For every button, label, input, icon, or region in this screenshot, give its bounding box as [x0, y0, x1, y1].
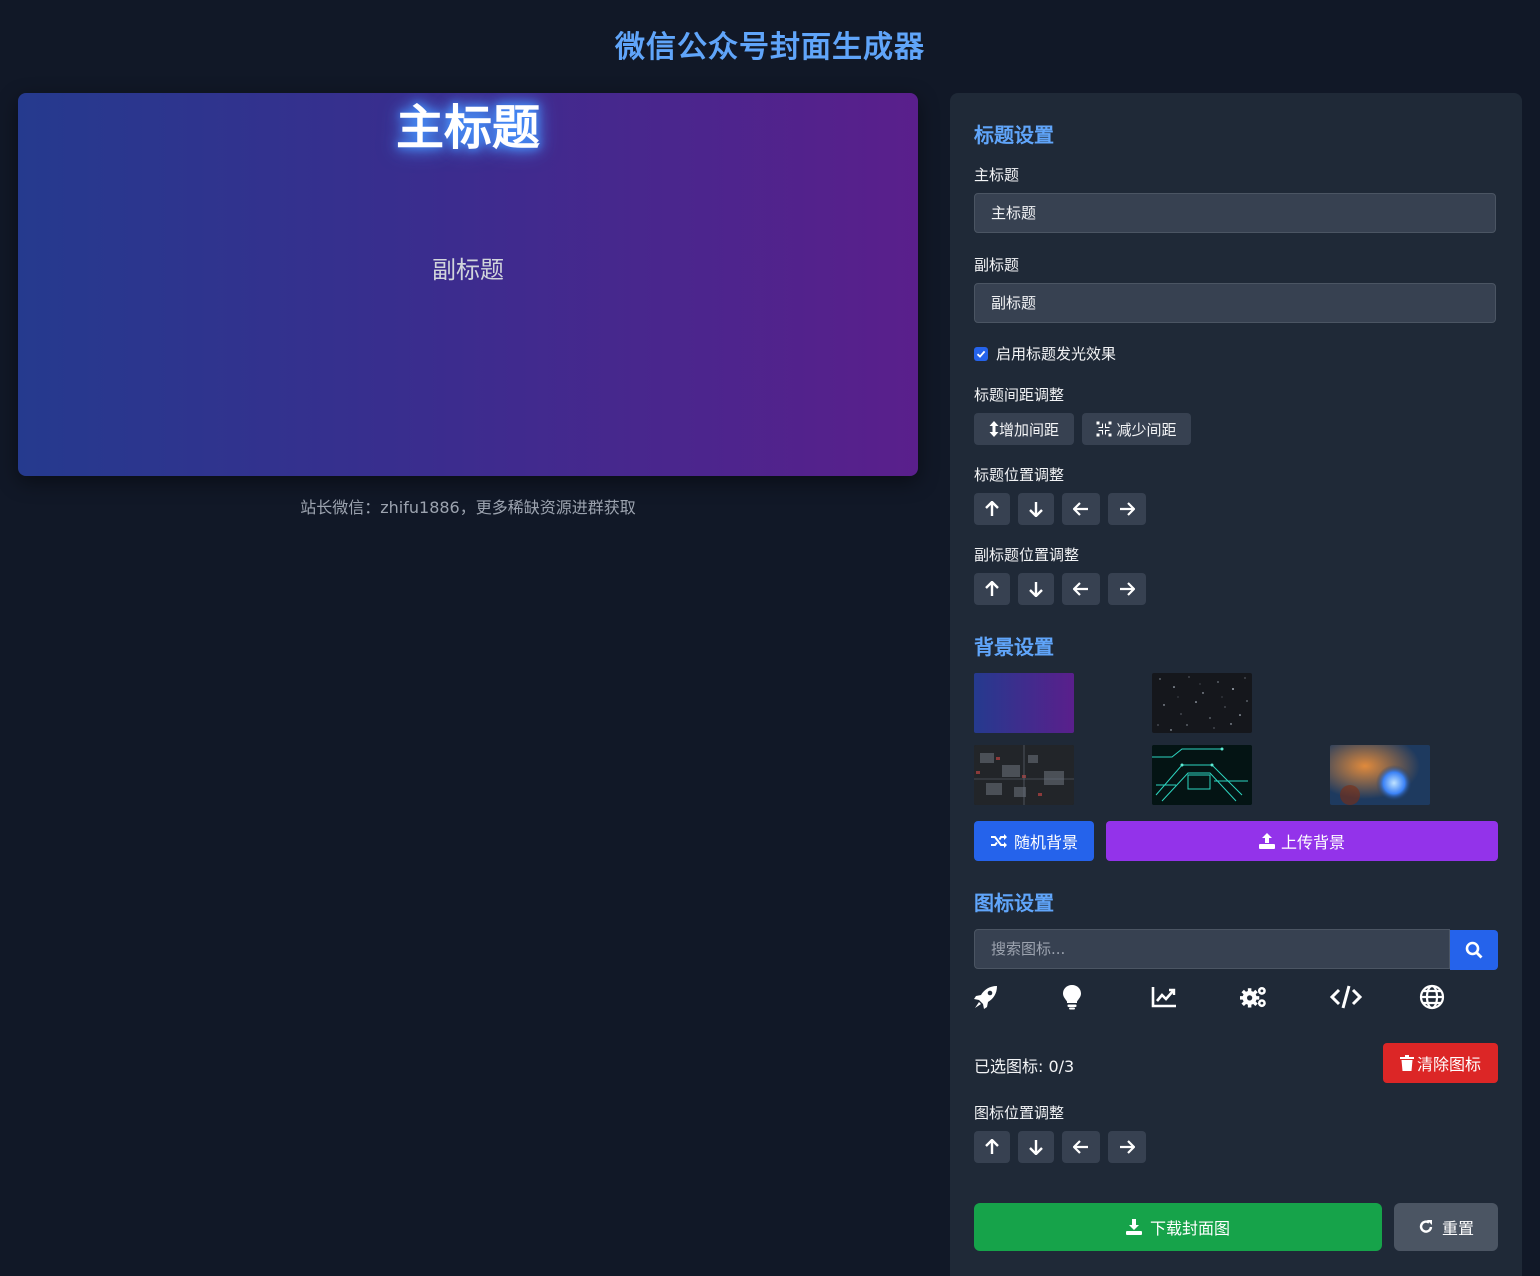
random-background-button[interactable]: 随机背景 — [974, 821, 1094, 861]
trash-icon — [1399, 1055, 1414, 1071]
gears-icon[interactable] — [1240, 983, 1268, 1011]
glow-label: 启用标题发光效果 — [996, 345, 1117, 363]
arrow-down-icon — [1029, 581, 1043, 597]
cover-preview: 主标题 副标题 — [18, 93, 918, 476]
globe-icon[interactable] — [1418, 983, 1446, 1011]
rocket-icon[interactable] — [972, 983, 1000, 1011]
title-move-down-button[interactable] — [1018, 493, 1054, 525]
subtitle-move-left-button[interactable] — [1062, 573, 1100, 605]
spacing-label: 标题间距调整 — [974, 386, 1065, 404]
download-icon — [1125, 1219, 1142, 1235]
background-settings-heading: 背景设置 — [974, 635, 1054, 659]
arrow-right-icon — [1119, 1140, 1135, 1154]
subtitle-label: 副标题 — [974, 256, 1020, 274]
title-move-right-button[interactable] — [1108, 493, 1146, 525]
arrow-left-icon — [1073, 502, 1089, 516]
icon-move-left-button[interactable] — [1062, 1131, 1100, 1163]
download-cover-button[interactable]: 下载封面图 — [974, 1203, 1382, 1251]
reset-button[interactable]: 重置 — [1394, 1203, 1498, 1251]
selected-icons-count: 已选图标: 0/3 — [974, 1057, 1075, 1076]
preview-main-title: 主标题 — [395, 100, 540, 156]
app-title: 微信公众号封面生成器 — [615, 30, 925, 65]
clear-icons-button[interactable]: 清除图标 — [1383, 1043, 1498, 1083]
arrow-right-icon — [1119, 502, 1135, 516]
subtitle-move-down-button[interactable] — [1018, 573, 1054, 605]
arrow-left-icon — [1073, 1140, 1089, 1154]
arrow-right-icon — [1119, 582, 1135, 596]
title-move-left-button[interactable] — [1062, 493, 1100, 525]
decrease-spacing-label: 减少间距 — [1116, 420, 1177, 439]
upload-background-button[interactable]: 上传背景 — [1106, 821, 1498, 861]
shuffle-icon — [990, 833, 1008, 849]
bg-thumb-circuit-cyan[interactable] — [1152, 745, 1252, 805]
clear-icons-label: 清除图标 — [1416, 1055, 1481, 1074]
icon-search-button[interactable] — [1450, 930, 1498, 970]
glow-checkbox[interactable] — [974, 346, 988, 361]
settings-panel: 标题设置 主标题 主标题 副标题 副标题 启用标题发光效果 标题间距调整 增加间… — [950, 93, 1522, 1276]
footnote: 站长微信：zhifu1886，更多稀缺资源进群获取 — [300, 498, 636, 517]
search-icon — [1465, 941, 1483, 959]
bg-thumb-starfield[interactable] — [1152, 673, 1252, 733]
icon-move-down-button[interactable] — [1018, 1131, 1054, 1163]
bg-thumb-nebula[interactable] — [1330, 745, 1430, 805]
redo-icon — [1418, 1219, 1434, 1235]
subtitle-move-up-button[interactable] — [974, 573, 1010, 605]
subtitle-input[interactable]: 副标题 — [974, 283, 1496, 323]
reset-label: 重置 — [1441, 1219, 1474, 1238]
arrows-vertical-icon — [989, 421, 999, 437]
chart-line-icon[interactable] — [1150, 983, 1178, 1011]
icon-position-label: 图标位置调整 — [974, 1104, 1065, 1122]
icon-move-right-button[interactable] — [1108, 1131, 1146, 1163]
subtitle-position-label: 副标题位置调整 — [974, 546, 1080, 564]
title-settings-heading: 标题设置 — [974, 123, 1054, 147]
glow-toggle[interactable]: 启用标题发光效果 — [974, 343, 1116, 364]
main-title-label: 主标题 — [974, 166, 1020, 184]
decrease-spacing-button[interactable]: 减少间距 — [1082, 413, 1191, 445]
upload-background-label: 上传背景 — [1280, 833, 1345, 852]
icon-settings-heading: 图标设置 — [974, 891, 1054, 915]
upload-icon — [1258, 833, 1275, 849]
icon-search-input[interactable]: 搜索图标... — [974, 929, 1450, 969]
lightbulb-icon[interactable] — [1058, 983, 1086, 1011]
increase-spacing-button[interactable]: 增加间距 — [974, 413, 1074, 445]
subtitle-move-right-button[interactable] — [1108, 573, 1146, 605]
arrow-up-icon — [985, 1139, 999, 1155]
main-title-input[interactable]: 主标题 — [974, 193, 1496, 233]
preview-subtitle: 副标题 — [432, 256, 504, 284]
title-position-label: 标题位置调整 — [974, 466, 1065, 484]
arrow-down-icon — [1029, 1139, 1043, 1155]
arrow-left-icon — [1073, 582, 1089, 596]
arrow-up-icon — [985, 501, 999, 517]
icon-move-up-button[interactable] — [974, 1131, 1010, 1163]
title-move-up-button[interactable] — [974, 493, 1010, 525]
bg-thumb-circuit-dark[interactable] — [974, 745, 1074, 805]
download-cover-label: 下载封面图 — [1149, 1219, 1230, 1238]
arrow-down-icon — [1029, 501, 1043, 517]
code-icon[interactable] — [1330, 983, 1362, 1011]
bg-thumb-gradient[interactable] — [974, 673, 1074, 733]
arrow-up-icon — [985, 581, 999, 597]
compress-icon — [1096, 421, 1112, 437]
increase-spacing-label: 增加间距 — [998, 420, 1059, 439]
random-background-label: 随机背景 — [1013, 833, 1078, 852]
